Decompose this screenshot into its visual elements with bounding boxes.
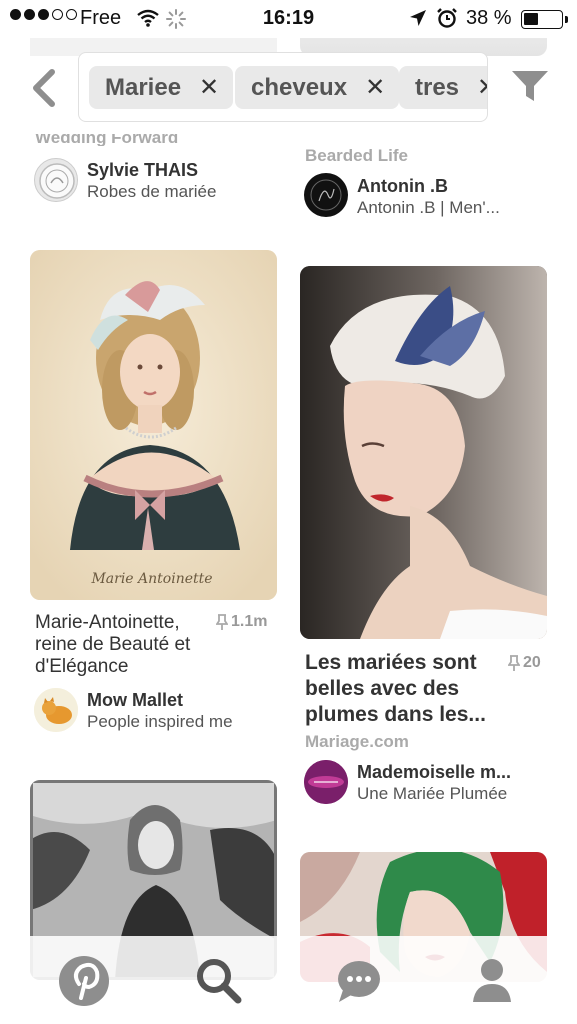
pin-icon	[216, 614, 228, 630]
chip-label: cheveux	[251, 73, 348, 101]
search-chip-mariee[interactable]: Mariee ✕	[89, 66, 234, 109]
status-bar: Free 16:19 38 %	[0, 0, 577, 38]
tab-home[interactable]	[57, 954, 111, 1008]
pin-user-name[interactable]: Mademoiselle m...	[357, 762, 511, 783]
avatar[interactable]	[304, 760, 348, 804]
repin-count: 1.1m	[216, 613, 267, 631]
search-chip-tres[interactable]: tres ✕	[399, 66, 487, 109]
remove-chip-icon[interactable]: ✕	[477, 73, 487, 102]
chevron-left-icon	[33, 69, 55, 107]
pin-user-name[interactable]: Antonin .B	[357, 176, 448, 197]
pin-source-left-top[interactable]: Wedding Forward	[35, 134, 178, 146]
pin-icon	[508, 655, 520, 671]
pin-image-marie-antoinette[interactable]: Marie Antoinette	[30, 250, 277, 600]
tab-messages[interactable]	[331, 954, 385, 1008]
location-arrow-icon	[408, 8, 428, 34]
filter-button[interactable]	[510, 68, 550, 104]
alarm-clock-icon	[436, 7, 458, 35]
pin-user-name[interactable]: Sylvie THAIS	[87, 160, 198, 181]
pin-board-name[interactable]: Antonin .B | Men'...	[357, 198, 500, 218]
avatar[interactable]	[34, 158, 78, 202]
pin-image-caption: Marie Antoinette	[90, 571, 212, 587]
pin-user-name[interactable]: Mow Mallet	[87, 690, 183, 711]
pin-board-name[interactable]: Robes de mariée	[87, 182, 216, 202]
pinterest-icon	[59, 956, 109, 1006]
pin-title[interactable]: Marie-Antoinette, reine de Beauté et d'E…	[35, 612, 215, 678]
avatar[interactable]	[34, 688, 78, 732]
battery-percent: 38 %	[466, 7, 512, 29]
tab-search[interactable]	[192, 954, 246, 1008]
bottom-tab-bar	[0, 936, 577, 1024]
chat-icon	[338, 961, 380, 1002]
back-button[interactable]	[28, 68, 64, 108]
chip-label: tres	[415, 73, 460, 101]
remove-chip-icon[interactable]: ✕	[199, 73, 219, 102]
pin-title[interactable]: Les mariées sont belles avec des plumes …	[305, 650, 500, 728]
pin-source-right-top[interactable]: Bearded Life	[305, 146, 408, 166]
tab-profile[interactable]	[465, 954, 519, 1008]
funnel-icon	[512, 71, 548, 101]
pin-source[interactable]: Mariage.com	[305, 732, 409, 752]
chip-label: Mariee	[105, 73, 182, 101]
pin-board-name[interactable]: Une Mariée Plumée	[357, 784, 507, 804]
search-icon	[197, 959, 242, 1004]
profile-icon	[473, 959, 511, 1002]
pin-image-bride-feathers[interactable]	[300, 266, 547, 639]
search-chip-cheveux[interactable]: cheveux ✕	[235, 66, 400, 109]
pin-board-name[interactable]: People inspired me	[87, 712, 233, 732]
battery-icon	[521, 10, 568, 29]
repin-count: 20	[508, 654, 541, 672]
avatar[interactable]	[304, 173, 348, 217]
remove-chip-icon[interactable]: ✕	[365, 73, 385, 102]
search-filter-bar[interactable]: Mariee ✕ cheveux ✕ tres ✕	[78, 52, 488, 122]
